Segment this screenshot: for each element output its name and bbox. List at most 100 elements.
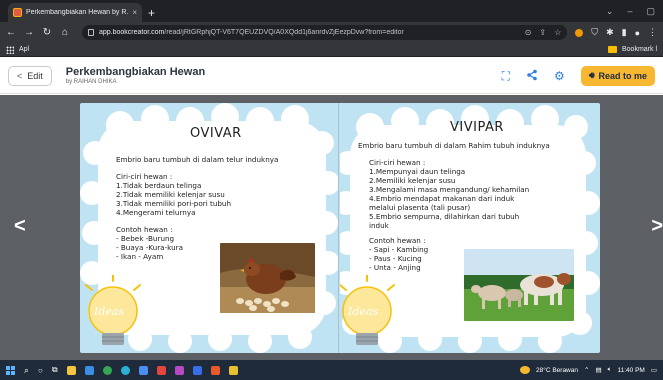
app-icon-purple[interactable] xyxy=(174,365,184,375)
menu-kebab-icon[interactable]: ⋮ xyxy=(648,27,657,38)
text-line: 2.Tidak memiliki kelenjar susu xyxy=(116,190,225,199)
text-line: Contoh hewan : xyxy=(369,236,426,245)
clock-time[interactable]: 11:40 PM xyxy=(618,367,645,374)
vivipar-title: VIVIPAR xyxy=(450,120,504,135)
office-icon[interactable] xyxy=(210,365,220,375)
text-line: Embrio baru tumbuh di dalam Rahim tubuh … xyxy=(358,141,550,150)
right-page: VIVIPAR Embrio baru tumbuh di dalam Rahi… xyxy=(340,103,600,353)
other-bookmarks[interactable]: Bookmark l xyxy=(607,46,657,53)
shield-icon[interactable]: ⛉ xyxy=(591,27,598,38)
browser-tab-strip: Perkembangbiakan Hewan by R... × + ⌄ – ▢ xyxy=(0,0,663,22)
new-tab-button[interactable]: + xyxy=(148,6,155,20)
header-actions: ⛶ ⚙ 🔊︎ Read to me xyxy=(502,65,655,86)
text-line: 1.Mempunyai daun telinga xyxy=(369,167,466,176)
read-to-me-label: Read to me xyxy=(598,70,647,81)
text-line: 1.Tidak berdaun telinga xyxy=(116,181,202,190)
weather-text[interactable]: 28°C Berawan xyxy=(536,367,578,374)
speaker-icon: 🔊︎ xyxy=(588,70,595,80)
ideas-label: Ideas xyxy=(348,305,379,318)
lightbulb-ideas-icon: Ideas xyxy=(80,274,146,353)
cortana-icon[interactable]: ○ xyxy=(38,366,43,375)
sidepanel-icon[interactable]: ▮ xyxy=(622,27,627,38)
text-line: Ciri-ciri hewan : xyxy=(369,158,426,167)
edit-button[interactable]: < Edit xyxy=(8,65,52,86)
app-icon-red[interactable] xyxy=(156,365,166,375)
text-line: 3.Tidak memiliki pori-pori tubuh xyxy=(116,199,232,208)
tab-title: Perkembangbiakan Hewan by R... xyxy=(26,9,129,16)
text-line: 4.Embrio mendapat makanan dari induk xyxy=(369,194,515,203)
ovivar-title: OVIVAR xyxy=(190,126,242,141)
bookcreator-favicon-icon xyxy=(13,8,22,17)
bookmark-star-icon[interactable]: ☆ xyxy=(554,28,561,37)
reload-icon[interactable]: ↻ xyxy=(42,27,52,38)
text-line: - Bebek -Burung xyxy=(116,234,175,243)
tab-close-icon[interactable]: × xyxy=(132,8,137,17)
extension-icon[interactable] xyxy=(575,28,584,37)
photos-icon[interactable] xyxy=(192,365,202,375)
tab-search-icon[interactable]: ⌄ xyxy=(606,6,614,17)
book-author: by RAIHAN DHIKA xyxy=(65,79,117,85)
url-path: /read/jRtGRphjQT-V6T7QEUZDVQ/A0XQdd1j6an… xyxy=(164,29,404,36)
bookmarks-bar: Apl Bookmark l xyxy=(0,43,663,57)
book-titles: Perkembangbiakan Hewan by RAIHAN DHIKA xyxy=(66,66,205,85)
back-arrow-icon[interactable]: ← xyxy=(6,27,16,38)
text-line: 3.Mengalami masa mengandung/ kehamilan xyxy=(369,185,530,194)
file-explorer-icon[interactable] xyxy=(66,365,76,375)
chicken-with-eggs-photo xyxy=(220,243,315,313)
minimize-icon[interactable]: – xyxy=(627,6,632,17)
edge-icon[interactable] xyxy=(120,365,130,375)
settings-gear-icon[interactable]: ⚙ xyxy=(554,70,565,82)
mail-icon[interactable] xyxy=(138,365,148,375)
reader-header: < Edit Perkembangbiakan Hewan by RAIHAN … xyxy=(0,58,663,94)
extensions-puzzle-icon[interactable]: ✱ xyxy=(606,27,614,38)
left-page: OVIVAR Embrio baru tumbuh di dalam telur… xyxy=(80,103,340,353)
apps-grid-icon[interactable] xyxy=(6,45,14,54)
search-icon[interactable]: ⌕ xyxy=(24,365,29,376)
app-icon-yellow[interactable] xyxy=(228,365,238,375)
lightbulb-ideas-icon: Ideas xyxy=(340,274,400,353)
text-line: 2.Memiliki kelenjar susu xyxy=(369,176,456,185)
ideas-label: Ideas xyxy=(94,305,125,318)
text-line: Ciri-ciri hewan : xyxy=(116,172,173,181)
store-icon[interactable] xyxy=(84,365,94,375)
windows-start-icon[interactable] xyxy=(6,365,15,375)
notification-icon[interactable]: ▭ xyxy=(651,366,657,374)
browser-tab[interactable]: Perkembangbiakan Hewan by R... × xyxy=(8,3,142,22)
next-page-arrow-icon[interactable]: > xyxy=(651,215,663,238)
url-text[interactable]: app.bookcreator.com/read/jRtGRphjQT-V6T7… xyxy=(99,29,520,36)
volume-icon[interactable]: 🔈︎ xyxy=(608,366,612,374)
window-controls: ⌄ – ▢ xyxy=(606,6,663,17)
cows-photo xyxy=(464,249,574,321)
share-icon[interactable] xyxy=(526,69,538,83)
edit-label: Edit xyxy=(27,70,43,81)
text-line: Embrio baru tumbuh di dalam telur indukn… xyxy=(116,155,279,164)
text-line: 5.Embrio sempurna, dilahirkan dari tubuh xyxy=(369,212,520,221)
chevron-left-icon: < xyxy=(17,70,23,81)
weather-sun-icon[interactable] xyxy=(520,366,530,374)
network-icon[interactable]: ▤ xyxy=(595,366,601,374)
windows-taskbar: ⌕ ○ ⧉ 28°C Berawan ⌃ ▤ 🔈︎ 11:40 PM ▭ xyxy=(0,360,663,380)
fullscreen-icon[interactable]: ⛶ xyxy=(502,70,510,82)
book-title: Perkembangbiakan Hewan xyxy=(65,66,206,78)
text-line: induk xyxy=(369,221,389,230)
home-icon[interactable]: ⌂ xyxy=(60,27,70,38)
extension-icons: ⛉ ✱ ▮ ● ⋮ xyxy=(575,27,657,38)
maximize-icon[interactable]: ▢ xyxy=(646,6,655,17)
profile-avatar-icon[interactable]: ● xyxy=(635,28,640,38)
lock-icon xyxy=(88,29,94,36)
tray-chevron-icon[interactable]: ⌃ xyxy=(584,366,589,374)
read-to-me-button[interactable]: 🔊︎ Read to me xyxy=(580,65,655,86)
chrome-icon[interactable] xyxy=(102,365,112,375)
browser-toolbar: ← → ↻ ⌂ app.bookcreator.com/read/jRtGRph… xyxy=(0,22,663,43)
share-icon[interactable]: ⇪ xyxy=(539,28,546,37)
folder-icon xyxy=(607,46,617,53)
bookmark-apps[interactable]: Apl xyxy=(19,46,29,53)
text-line: melalui plasenta (tali pusar) xyxy=(369,203,471,212)
address-bar[interactable]: app.bookcreator.com/read/jRtGRphjQT-V6T7… xyxy=(82,25,568,40)
previous-page-arrow-icon[interactable]: < xyxy=(14,215,26,238)
forward-arrow-icon[interactable]: → xyxy=(24,27,34,38)
bookmark-folder-label: Bookmark l xyxy=(621,46,657,53)
google-lens-icon[interactable]: ⊙ xyxy=(525,28,532,37)
task-view-icon[interactable]: ⧉ xyxy=(52,365,58,375)
